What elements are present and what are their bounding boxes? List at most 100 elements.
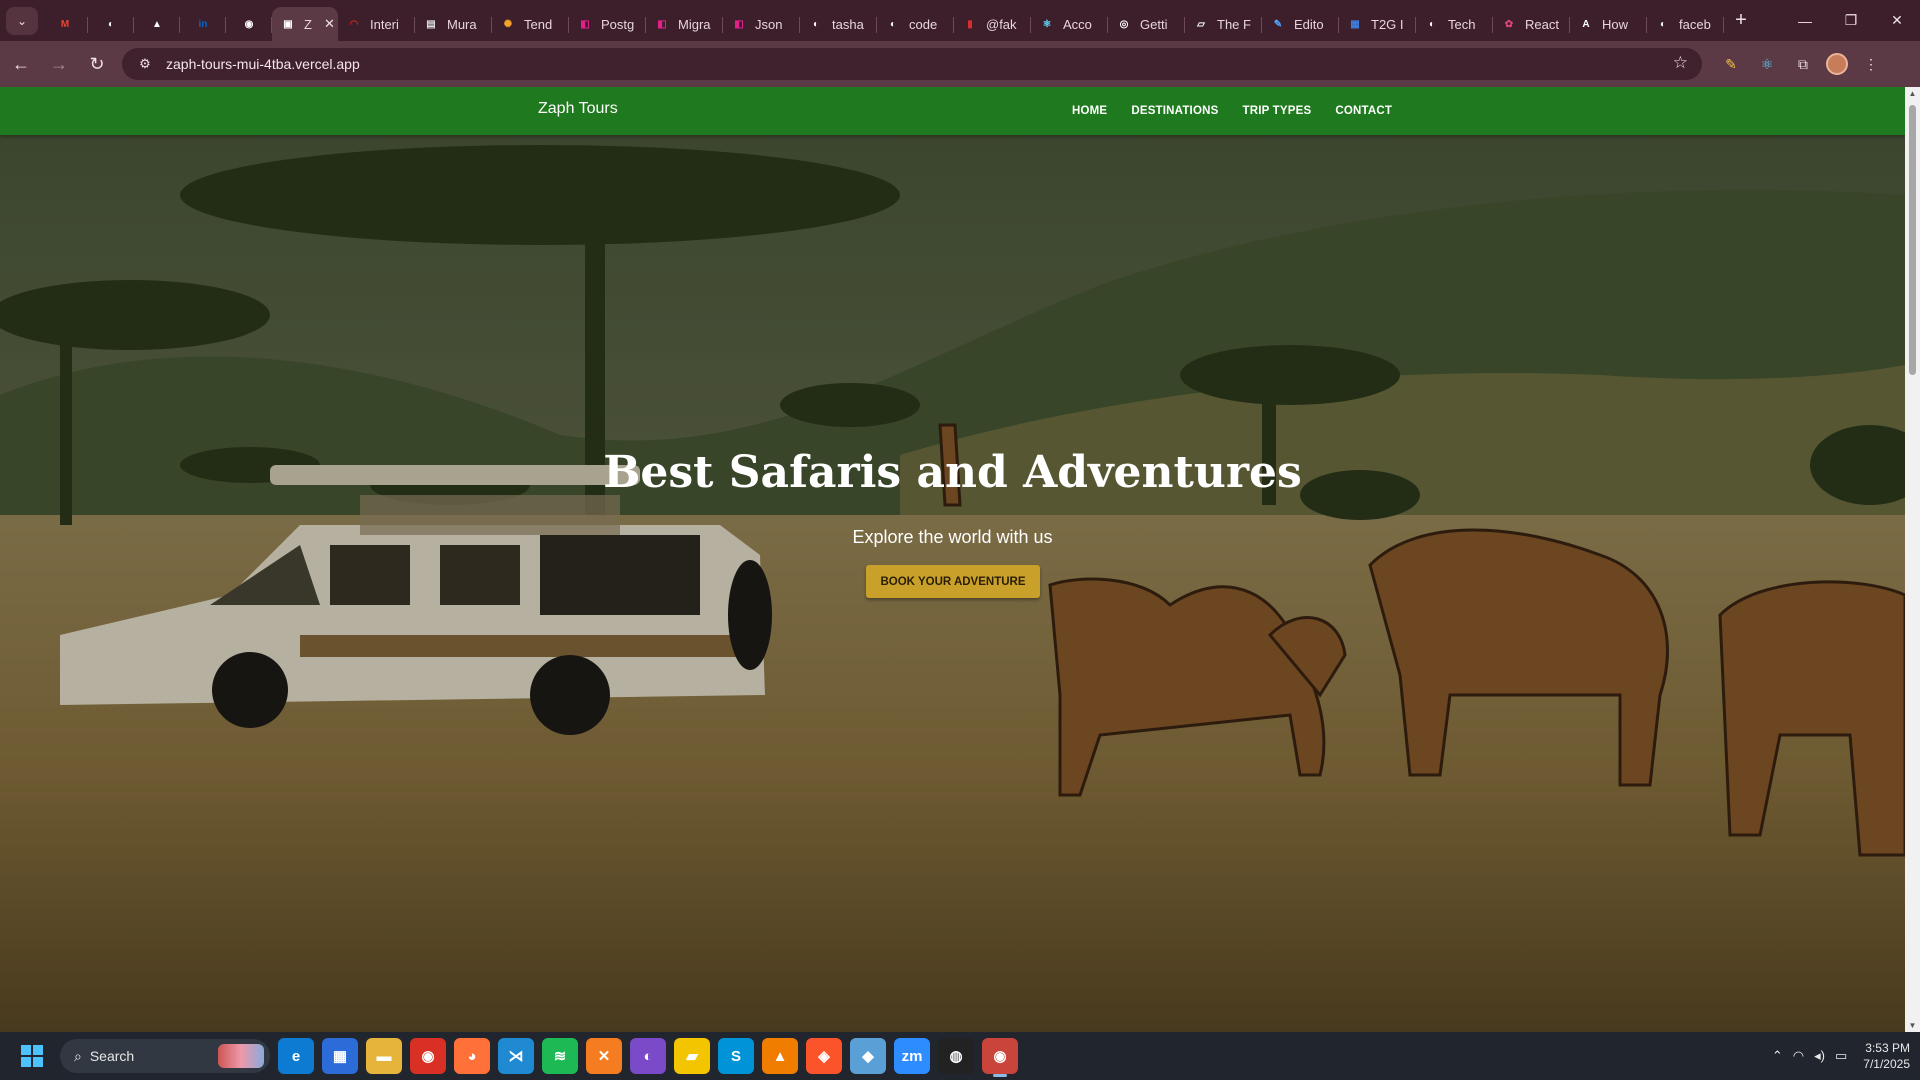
- browser-tab[interactable]: ✿ React: [1493, 7, 1570, 41]
- browser-tab[interactable]: ▮ @fak: [954, 7, 1031, 41]
- tab-title: code: [909, 16, 938, 32]
- tab-icon: ⚛: [1042, 18, 1052, 30]
- tab-search-button[interactable]: ⌄: [6, 6, 38, 35]
- tab-icon: ▤: [426, 18, 436, 30]
- browser-tab[interactable]: M: [42, 7, 88, 41]
- file-explorer-icon[interactable]: ▬: [366, 1038, 402, 1074]
- github-icon: ◐: [889, 18, 897, 30]
- github-icon: ◐: [107, 18, 115, 30]
- browser-tab[interactable]: ◠ Interi: [338, 7, 415, 41]
- browser-tab[interactable]: ✺ Tend: [492, 7, 569, 41]
- tab-title: Tend: [524, 16, 553, 32]
- book-adventure-button[interactable]: BOOK YOUR ADVENTURE: [866, 565, 1040, 598]
- nav-contact[interactable]: CONTACT: [1323, 105, 1404, 117]
- wifi-icon[interactable]: ◠: [1793, 1048, 1804, 1064]
- tab-title: Z: [304, 16, 312, 32]
- taskbar-clock[interactable]: 3:53 PM 7/1/2025: [1863, 1040, 1910, 1072]
- browser-tab[interactable]: A How: [1570, 7, 1647, 41]
- vlc-icon[interactable]: ▲: [762, 1038, 798, 1074]
- browser-tab[interactable]: ◎ Getti: [1108, 7, 1185, 41]
- edge-icon[interactable]: e: [278, 1038, 314, 1074]
- new-tab-button[interactable]: +: [1724, 9, 1758, 32]
- browser-tab[interactable]: ◐ code: [877, 7, 954, 41]
- restore-icon[interactable]: ❐: [1828, 0, 1874, 41]
- tab-title: The F: [1217, 16, 1251, 32]
- react-devtools-icon[interactable]: ⚛: [1754, 51, 1780, 77]
- close-tab-icon[interactable]: ✕: [324, 16, 335, 32]
- browser-tab[interactable]: ⚛ Acco: [1031, 7, 1108, 41]
- reload-button[interactable]: ↻: [80, 47, 114, 81]
- chrome-profile-icon[interactable]: ◉: [982, 1038, 1018, 1077]
- taskbar-search[interactable]: ⌕ Search: [60, 1039, 270, 1073]
- page-scrollbar[interactable]: ▲ ▼: [1905, 87, 1920, 1032]
- scrollbar-thumb[interactable]: [1909, 105, 1916, 375]
- browser-tab[interactable]: ▣ Z ✕: [272, 7, 338, 41]
- sticky-notes-icon[interactable]: ▰: [674, 1038, 710, 1074]
- tab-title: T2G I: [1371, 16, 1404, 32]
- battery-icon[interactable]: ▭: [1835, 1048, 1847, 1064]
- search-icon: ⌕: [74, 1047, 82, 1064]
- volume-icon[interactable]: ◂): [1814, 1048, 1825, 1064]
- browser-tab[interactable]: ◧ Json: [723, 7, 800, 41]
- bookmark-star-icon[interactable]: ☆: [1673, 53, 1688, 73]
- scroll-down-icon[interactable]: ▼: [1908, 1021, 1917, 1030]
- browser-tab[interactable]: ◐ Tech: [1416, 7, 1493, 41]
- gmail-icon: M: [60, 18, 70, 30]
- browser-tab[interactable]: ▦ T2G I: [1339, 7, 1416, 41]
- nav-trip-types[interactable]: TRIP TYPES: [1230, 105, 1323, 117]
- browser-tab[interactable]: ◧ Migra: [646, 7, 723, 41]
- firefox-icon[interactable]: ◕: [454, 1038, 490, 1074]
- forward-button[interactable]: →: [42, 47, 76, 81]
- close-window-icon[interactable]: ✕: [1874, 0, 1920, 41]
- xampp-icon[interactable]: ✕: [586, 1038, 622, 1074]
- browser-tab[interactable]: ▲: [134, 7, 180, 41]
- tab-title: Edito: [1294, 16, 1324, 32]
- tab-title: Mura: [447, 16, 477, 32]
- address-bar[interactable]: ⚙ zaph-tours-mui-4tba.vercel.app ☆: [122, 48, 1702, 80]
- github-desktop-icon[interactable]: ◐: [630, 1038, 666, 1074]
- tab-icon: ◎: [1119, 18, 1129, 30]
- extensions-puzzle-icon[interactable]: ⧉: [1790, 51, 1816, 77]
- browser-tab[interactable]: ◐: [88, 7, 134, 41]
- brave-icon[interactable]: ◈: [806, 1038, 842, 1074]
- search-highlight-image: [218, 1044, 264, 1068]
- system-tray: ⌃ ◠ ◂) ▭ 3:53 PM 7/1/2025: [1772, 1032, 1910, 1080]
- scroll-up-icon[interactable]: ▲: [1908, 89, 1917, 98]
- skype-icon[interactable]: S: [718, 1038, 754, 1074]
- minimize-icon[interactable]: —: [1782, 0, 1828, 41]
- zoom-icon[interactable]: zm: [894, 1038, 930, 1074]
- hero-subtitle: Explore the world with us: [852, 527, 1053, 547]
- vscode-icon[interactable]: ⋊: [498, 1038, 534, 1074]
- chevron-up-icon[interactable]: ⌃: [1772, 1048, 1783, 1064]
- spotify-icon[interactable]: ≋: [542, 1038, 578, 1074]
- browser-tab[interactable]: ◐ tasha: [800, 7, 877, 41]
- store-icon[interactable]: ▦: [322, 1038, 358, 1074]
- site-info-icon[interactable]: ⚙: [132, 56, 158, 72]
- tab-list: M ◐ ▲ in ◉ ▣ Z ✕ ◠ Interi ▤ Mura ✺ Tend ◧ Postg ◧ Migra ◧ J…: [42, 0, 1724, 41]
- tab-icon: ◧: [580, 18, 590, 30]
- browser-tab[interactable]: ▱ The F: [1185, 7, 1262, 41]
- hero-section: Best Safaris and Adventures Explore the …: [0, 135, 1905, 1032]
- taskbar-search-label: Search: [89, 1048, 135, 1064]
- nav-home[interactable]: HOME: [1060, 105, 1119, 117]
- browser-tab[interactable]: ◧ Postg: [569, 7, 646, 41]
- browser-tab[interactable]: ▤ Mura: [415, 7, 492, 41]
- site-brand[interactable]: Zaph Tours: [538, 100, 618, 118]
- browser-menu-icon[interactable]: ⋮: [1858, 51, 1884, 77]
- git-icon[interactable]: ◆: [850, 1038, 886, 1074]
- browser-tab[interactable]: in: [180, 7, 226, 41]
- browser-tab[interactable]: ✎ Edito: [1262, 7, 1339, 41]
- profile-avatar[interactable]: [1826, 53, 1848, 75]
- tab-title: Migra: [678, 16, 711, 32]
- chrome-icon[interactable]: ◉: [410, 1038, 446, 1074]
- extensions-area: ✎ ⚛ ⧉ ⋮: [1718, 41, 1884, 87]
- back-button[interactable]: ←: [4, 47, 38, 81]
- tab-title: Json: [755, 16, 783, 32]
- browser-tab[interactable]: ◐ faceb: [1647, 7, 1724, 41]
- windows-start-icon[interactable]: [16, 1040, 48, 1072]
- extension-icon[interactable]: ✎: [1718, 51, 1744, 77]
- figma-icon[interactable]: ◍: [938, 1038, 974, 1074]
- hero-title: Best Safaris and Adventures: [603, 447, 1302, 498]
- browser-tab[interactable]: ◉: [226, 7, 272, 41]
- nav-destinations[interactable]: DESTINATIONS: [1119, 105, 1230, 117]
